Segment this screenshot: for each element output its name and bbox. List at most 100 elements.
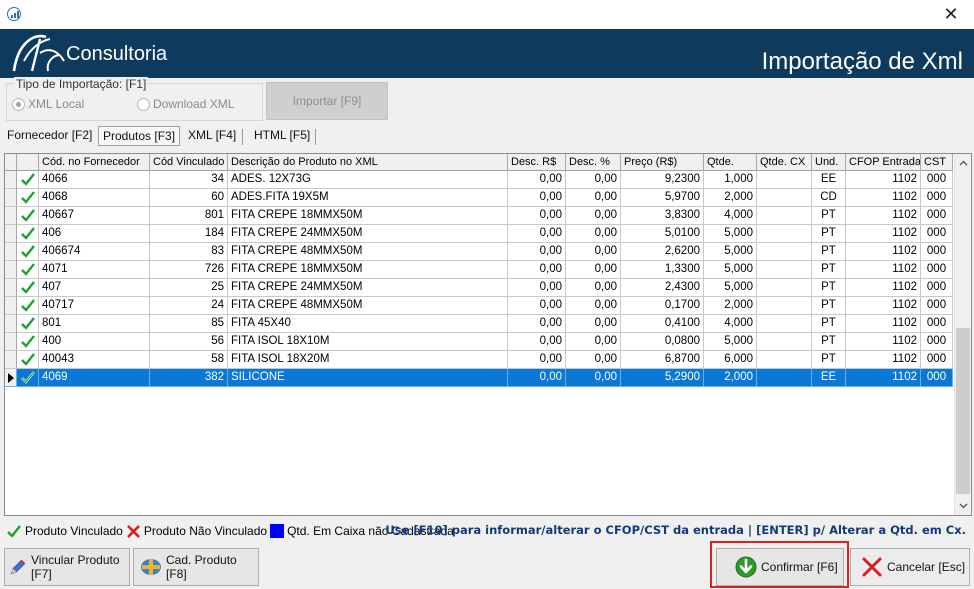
cell-qtde-cx[interactable] [757, 243, 812, 261]
cell-cst[interactable]: 000 [921, 171, 953, 189]
cell-und[interactable]: PT [812, 279, 846, 297]
header-cod-fornecedor[interactable]: Cód. no Fornecedor [39, 154, 150, 171]
tab-html[interactable]: HTML [F5] [250, 125, 314, 147]
cell-desc-rs[interactable]: 0,00 [508, 369, 566, 387]
table-row[interactable]: 40717 24 FITA CREPE 48MMX50M 0,00 0,00 0,1700… [5, 297, 953, 315]
cell-desc-rs[interactable]: 0,00 [508, 351, 566, 369]
cell-und[interactable]: PT [812, 243, 846, 261]
cell-cst[interactable]: 000 [921, 189, 953, 207]
cell-qtde-cx[interactable] [757, 315, 812, 333]
header-und[interactable]: Und. [812, 154, 846, 171]
cell-desc-pct[interactable]: 0,00 [566, 207, 621, 225]
cell-cfop[interactable]: 1102 [846, 351, 921, 369]
cell-qtde[interactable]: 6,000 [704, 351, 757, 369]
row-indicator[interactable] [5, 243, 17, 261]
cell-qtde[interactable]: 5,000 [704, 279, 757, 297]
cell-cfop[interactable]: 1102 [846, 333, 921, 351]
cell-preco[interactable]: 5,2900 [621, 369, 704, 387]
cell-desc-pct[interactable]: 0,00 [566, 171, 621, 189]
table-row[interactable]: 4069 382 SILICONE 0,00 0,00 5,2900 2,000 EE 1102… [5, 369, 953, 387]
cell-desc-rs[interactable]: 0,00 [508, 297, 566, 315]
cell-preco[interactable]: 3,8300 [621, 207, 704, 225]
cell-cfop[interactable]: 1102 [846, 189, 921, 207]
row-indicator[interactable] [5, 207, 17, 225]
cell-qtde-cx[interactable] [757, 225, 812, 243]
header-cod-vinculado[interactable]: Cód Vinculado [150, 154, 228, 171]
cell-und[interactable]: PT [812, 225, 846, 243]
cell-und[interactable]: EE [812, 369, 846, 387]
cell-cst[interactable]: 000 [921, 315, 953, 333]
row-indicator[interactable] [5, 261, 17, 279]
cell-cfop[interactable]: 1102 [846, 261, 921, 279]
cell-cfop[interactable]: 1102 [846, 225, 921, 243]
cell-cod-fornecedor[interactable]: 4071 [39, 261, 150, 279]
cell-qtde[interactable]: 5,000 [704, 243, 757, 261]
cell-qtde-cx[interactable] [757, 189, 812, 207]
table-row[interactable]: 4066 34 ADES. 12X73G 0,00 0,00 9,2300 1,000 EE 1… [5, 171, 953, 189]
header-qtde-cx[interactable]: Qtde. CX [757, 154, 812, 171]
importar-button[interactable]: Importar [F9] [266, 82, 388, 120]
cell-desc-pct[interactable]: 0,00 [566, 243, 621, 261]
cell-cod-vinculado[interactable]: 726 [150, 261, 228, 279]
cell-qtde-cx[interactable] [757, 261, 812, 279]
close-window-button[interactable]: ✕ [940, 3, 962, 25]
cell-descricao[interactable]: ADES. 12X73G [228, 171, 508, 189]
cell-preco[interactable]: 0,4100 [621, 315, 704, 333]
cell-qtde[interactable]: 2,000 [704, 297, 757, 315]
radio-xml-local[interactable]: XML Local [12, 97, 84, 111]
cell-und[interactable]: PT [812, 207, 846, 225]
cell-cod-fornecedor[interactable]: 801 [39, 315, 150, 333]
cell-qtde[interactable]: 5,000 [704, 225, 757, 243]
cell-preco[interactable]: 5,0100 [621, 225, 704, 243]
cell-desc-rs[interactable]: 0,00 [508, 279, 566, 297]
cell-cod-vinculado[interactable]: 184 [150, 225, 228, 243]
header-cst[interactable]: CST [921, 154, 953, 171]
scrollbar-thumb[interactable] [956, 328, 970, 494]
cell-desc-pct[interactable]: 0,00 [566, 297, 621, 315]
cad-produto-button[interactable]: Cad. Produto [F8] [133, 548, 259, 586]
cell-cod-vinculado[interactable]: 24 [150, 297, 228, 315]
row-indicator[interactable] [5, 351, 17, 369]
cell-descricao[interactable]: SILICONE [228, 369, 508, 387]
cell-cod-vinculado[interactable]: 382 [150, 369, 228, 387]
products-grid[interactable]: Cód. no Fornecedor Cód Vinculado Descriç… [4, 153, 972, 516]
cell-qtde[interactable]: 1,000 [704, 171, 757, 189]
cell-cod-fornecedor[interactable]: 4066 [39, 171, 150, 189]
cell-preco[interactable]: 0,1700 [621, 297, 704, 315]
cell-qtde-cx[interactable] [757, 171, 812, 189]
cell-cfop[interactable]: 1102 [846, 369, 921, 387]
cell-descricao[interactable]: FITA CREPE 48MMX50M [228, 243, 508, 261]
cell-preco[interactable]: 0,0800 [621, 333, 704, 351]
header-desc-rs[interactable]: Desc. R$ [508, 154, 566, 171]
cell-cst[interactable]: 000 [921, 225, 953, 243]
cell-desc-rs[interactable]: 0,00 [508, 261, 566, 279]
table-row[interactable]: 801 85 FITA 45X40 0,00 0,00 0,4100 4,000 PT 1102… [5, 315, 953, 333]
cell-cod-fornecedor[interactable]: 406674 [39, 243, 150, 261]
table-row[interactable]: 40043 58 FITA ISOL 18X20M 0,00 0,00 6,8700 6,0… [5, 351, 953, 369]
cell-descricao[interactable]: FITA CREPE 18MMX50M [228, 261, 508, 279]
cell-descricao[interactable]: ADES.FITA 19X5M [228, 189, 508, 207]
table-row[interactable]: 407 25 FITA CREPE 24MMX50M 0,00 0,00 2,4300 5,… [5, 279, 953, 297]
cell-descricao[interactable]: FITA CREPE 18MMX50M [228, 207, 508, 225]
scroll-up-icon[interactable] [959, 159, 968, 168]
row-indicator[interactable] [5, 171, 17, 189]
cell-cod-vinculado[interactable]: 34 [150, 171, 228, 189]
cancelar-button[interactable]: Cancelar [Esc] [850, 548, 970, 586]
cell-cfop[interactable]: 1102 [846, 297, 921, 315]
vincular-produto-button[interactable]: Vincular Produto [F7] [4, 548, 130, 586]
vertical-scrollbar[interactable] [954, 154, 971, 515]
tab-fornecedor[interactable]: Fornecedor [F2] [3, 125, 96, 147]
cell-cod-fornecedor[interactable]: 40667 [39, 207, 150, 225]
cell-cod-fornecedor[interactable]: 40717 [39, 297, 150, 315]
cell-cod-fornecedor[interactable]: 406 [39, 225, 150, 243]
cell-desc-pct[interactable]: 0,00 [566, 351, 621, 369]
cell-descricao[interactable]: FITA ISOL 18X20M [228, 351, 508, 369]
cell-cod-vinculado[interactable]: 58 [150, 351, 228, 369]
table-row[interactable]: 40667 801 FITA CREPE 18MMX50M 0,00 0,00 3,830… [5, 207, 953, 225]
cell-preco[interactable]: 5,9700 [621, 189, 704, 207]
row-indicator[interactable] [5, 315, 17, 333]
table-row[interactable]: 406674 83 FITA CREPE 48MMX50M 0,00 0,00 2,620… [5, 243, 953, 261]
row-indicator[interactable] [5, 279, 17, 297]
cell-desc-pct[interactable]: 0,00 [566, 315, 621, 333]
cell-desc-pct[interactable]: 0,00 [566, 333, 621, 351]
